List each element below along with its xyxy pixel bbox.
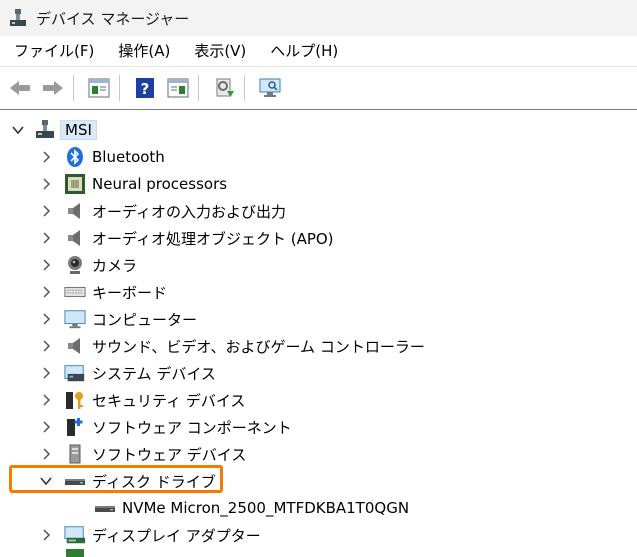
display-adapter-icon bbox=[64, 524, 86, 546]
tree-item-security-devices[interactable]: セキュリティ デバイス bbox=[38, 387, 245, 413]
chevron-down-icon[interactable] bbox=[10, 122, 26, 138]
details-pane-icon bbox=[167, 78, 189, 98]
forward-button[interactable] bbox=[39, 74, 67, 102]
chevron-right-icon[interactable] bbox=[38, 338, 54, 354]
tree-item-neural-processors[interactable]: Neural processors bbox=[38, 171, 227, 197]
tree-item-label: システム デバイス bbox=[92, 364, 216, 383]
tree-item-label: サウンド、ビデオ、およびゲーム コントローラー bbox=[92, 337, 425, 356]
properties-icon bbox=[88, 78, 110, 98]
disk-drive-icon bbox=[94, 497, 116, 519]
toolbar-separator bbox=[244, 75, 245, 101]
security-key-icon bbox=[64, 389, 86, 411]
toolbar-separator bbox=[198, 75, 199, 101]
keyboard-icon bbox=[64, 281, 86, 303]
scan-hardware-button[interactable] bbox=[256, 74, 284, 102]
speaker-icon bbox=[64, 335, 86, 357]
update-driver-button[interactable] bbox=[210, 74, 238, 102]
chevron-right-icon[interactable] bbox=[38, 176, 54, 192]
tree-item-nvme-drive[interactable]: NVMe Micron_2500_MTFDKBA1T0QGN bbox=[68, 495, 409, 521]
chevron-right-icon[interactable] bbox=[38, 203, 54, 219]
chevron-right-icon[interactable] bbox=[38, 527, 54, 543]
chevron-right-icon[interactable] bbox=[38, 257, 54, 273]
tree-item-audio-inputs-outputs[interactable]: オーディオの入力および出力 bbox=[38, 198, 286, 224]
menu-bar: ファイル(F) 操作(A) 表示(V) ヘルプ(H) bbox=[0, 36, 637, 67]
software-device-icon bbox=[64, 443, 86, 465]
chevron-right-icon[interactable] bbox=[38, 311, 54, 327]
tree-root-label: MSI bbox=[60, 120, 97, 140]
tree-item-software-devices[interactable]: ソフトウェア デバイス bbox=[38, 441, 246, 467]
details-pane-button[interactable] bbox=[164, 74, 192, 102]
tree-item-audio-processing-objects[interactable]: オーディオ処理オブジェクト (APO) bbox=[38, 225, 334, 251]
tree-item-partial[interactable] bbox=[38, 549, 92, 557]
tree-item-label: Bluetooth bbox=[92, 148, 165, 166]
menu-help[interactable]: ヘルプ(H) bbox=[258, 36, 350, 66]
speaker-icon bbox=[64, 200, 86, 222]
title-bar: デバイス マネージャー bbox=[0, 0, 637, 36]
tree-item-computer[interactable]: コンピューター bbox=[38, 306, 197, 332]
chevron-right-icon[interactable] bbox=[38, 549, 54, 557]
back-arrow-icon bbox=[10, 81, 30, 95]
tree-root-item[interactable]: MSI bbox=[10, 117, 97, 143]
speaker-icon bbox=[64, 227, 86, 249]
network-adapter-icon bbox=[64, 549, 86, 557]
system-device-icon bbox=[64, 362, 86, 384]
tree-item-label: Neural processors bbox=[92, 175, 228, 193]
tree-item-label: セキュリティ デバイス bbox=[92, 391, 246, 410]
tree-item-system-devices[interactable]: システム デバイス bbox=[38, 360, 216, 386]
tree-item-label: カメラ bbox=[92, 256, 138, 275]
tree-item-keyboard[interactable]: キーボード bbox=[38, 279, 167, 305]
chevron-right-icon[interactable] bbox=[38, 149, 54, 165]
tree-item-label: ソフトウェア コンポーネント bbox=[92, 418, 292, 437]
chevron-right-icon[interactable] bbox=[38, 284, 54, 300]
chevron-right-icon[interactable] bbox=[38, 446, 54, 462]
scan-hardware-icon bbox=[259, 78, 281, 97]
tree-item-label: コンピューター bbox=[92, 310, 198, 329]
help-icon: ? bbox=[136, 78, 154, 98]
monitor-icon bbox=[64, 308, 86, 330]
menu-action[interactable]: 操作(A) bbox=[106, 36, 182, 66]
tree-item-bluetooth[interactable]: Bluetooth bbox=[38, 144, 165, 170]
npu-chip-icon bbox=[64, 173, 86, 195]
camera-icon bbox=[64, 254, 86, 276]
menu-file[interactable]: ファイル(F) bbox=[0, 36, 106, 66]
tree-item-display-adapters[interactable]: ディスプレイ アダプター bbox=[38, 522, 261, 548]
chevron-right-icon[interactable] bbox=[38, 392, 54, 408]
computer-root-icon bbox=[34, 119, 56, 141]
svg-text:?: ? bbox=[141, 80, 150, 98]
help-button[interactable]: ? bbox=[131, 74, 159, 102]
update-driver-icon bbox=[216, 78, 234, 97]
toolbar-separator bbox=[119, 75, 120, 101]
tree-item-label: キーボード bbox=[92, 283, 168, 302]
highlight-box bbox=[9, 465, 223, 493]
chevron-right-icon[interactable] bbox=[38, 419, 54, 435]
tree-item-camera[interactable]: カメラ bbox=[38, 252, 137, 278]
tree-item-software-components[interactable]: ソフトウェア コンポーネント bbox=[38, 414, 292, 440]
device-manager-app-icon bbox=[8, 8, 28, 28]
bluetooth-icon bbox=[64, 146, 86, 168]
software-component-icon bbox=[64, 416, 86, 438]
tree-item-sound-video-game-controllers[interactable]: サウンド、ビデオ、およびゲーム コントローラー bbox=[38, 333, 425, 359]
window-title: デバイス マネージャー bbox=[36, 9, 190, 28]
chevron-right-icon[interactable] bbox=[38, 230, 54, 246]
tree-item-label: NVMe Micron_2500_MTFDKBA1T0QGN bbox=[122, 499, 410, 517]
tree-item-label: ディスプレイ アダプター bbox=[92, 526, 261, 545]
menu-view[interactable]: 表示(V) bbox=[182, 36, 258, 66]
show-hide-console-tree-button[interactable] bbox=[85, 74, 113, 102]
toolbar: ? bbox=[0, 67, 637, 110]
back-button[interactable] bbox=[6, 74, 34, 102]
forward-arrow-icon bbox=[43, 81, 63, 95]
chevron-right-icon[interactable] bbox=[38, 365, 54, 381]
tree-item-label: ソフトウェア デバイス bbox=[92, 445, 247, 464]
tree-item-label: オーディオの入力および出力 bbox=[92, 202, 286, 221]
toolbar-separator bbox=[73, 75, 74, 101]
tree-item-label: オーディオ処理オブジェクト (APO) bbox=[92, 229, 334, 248]
